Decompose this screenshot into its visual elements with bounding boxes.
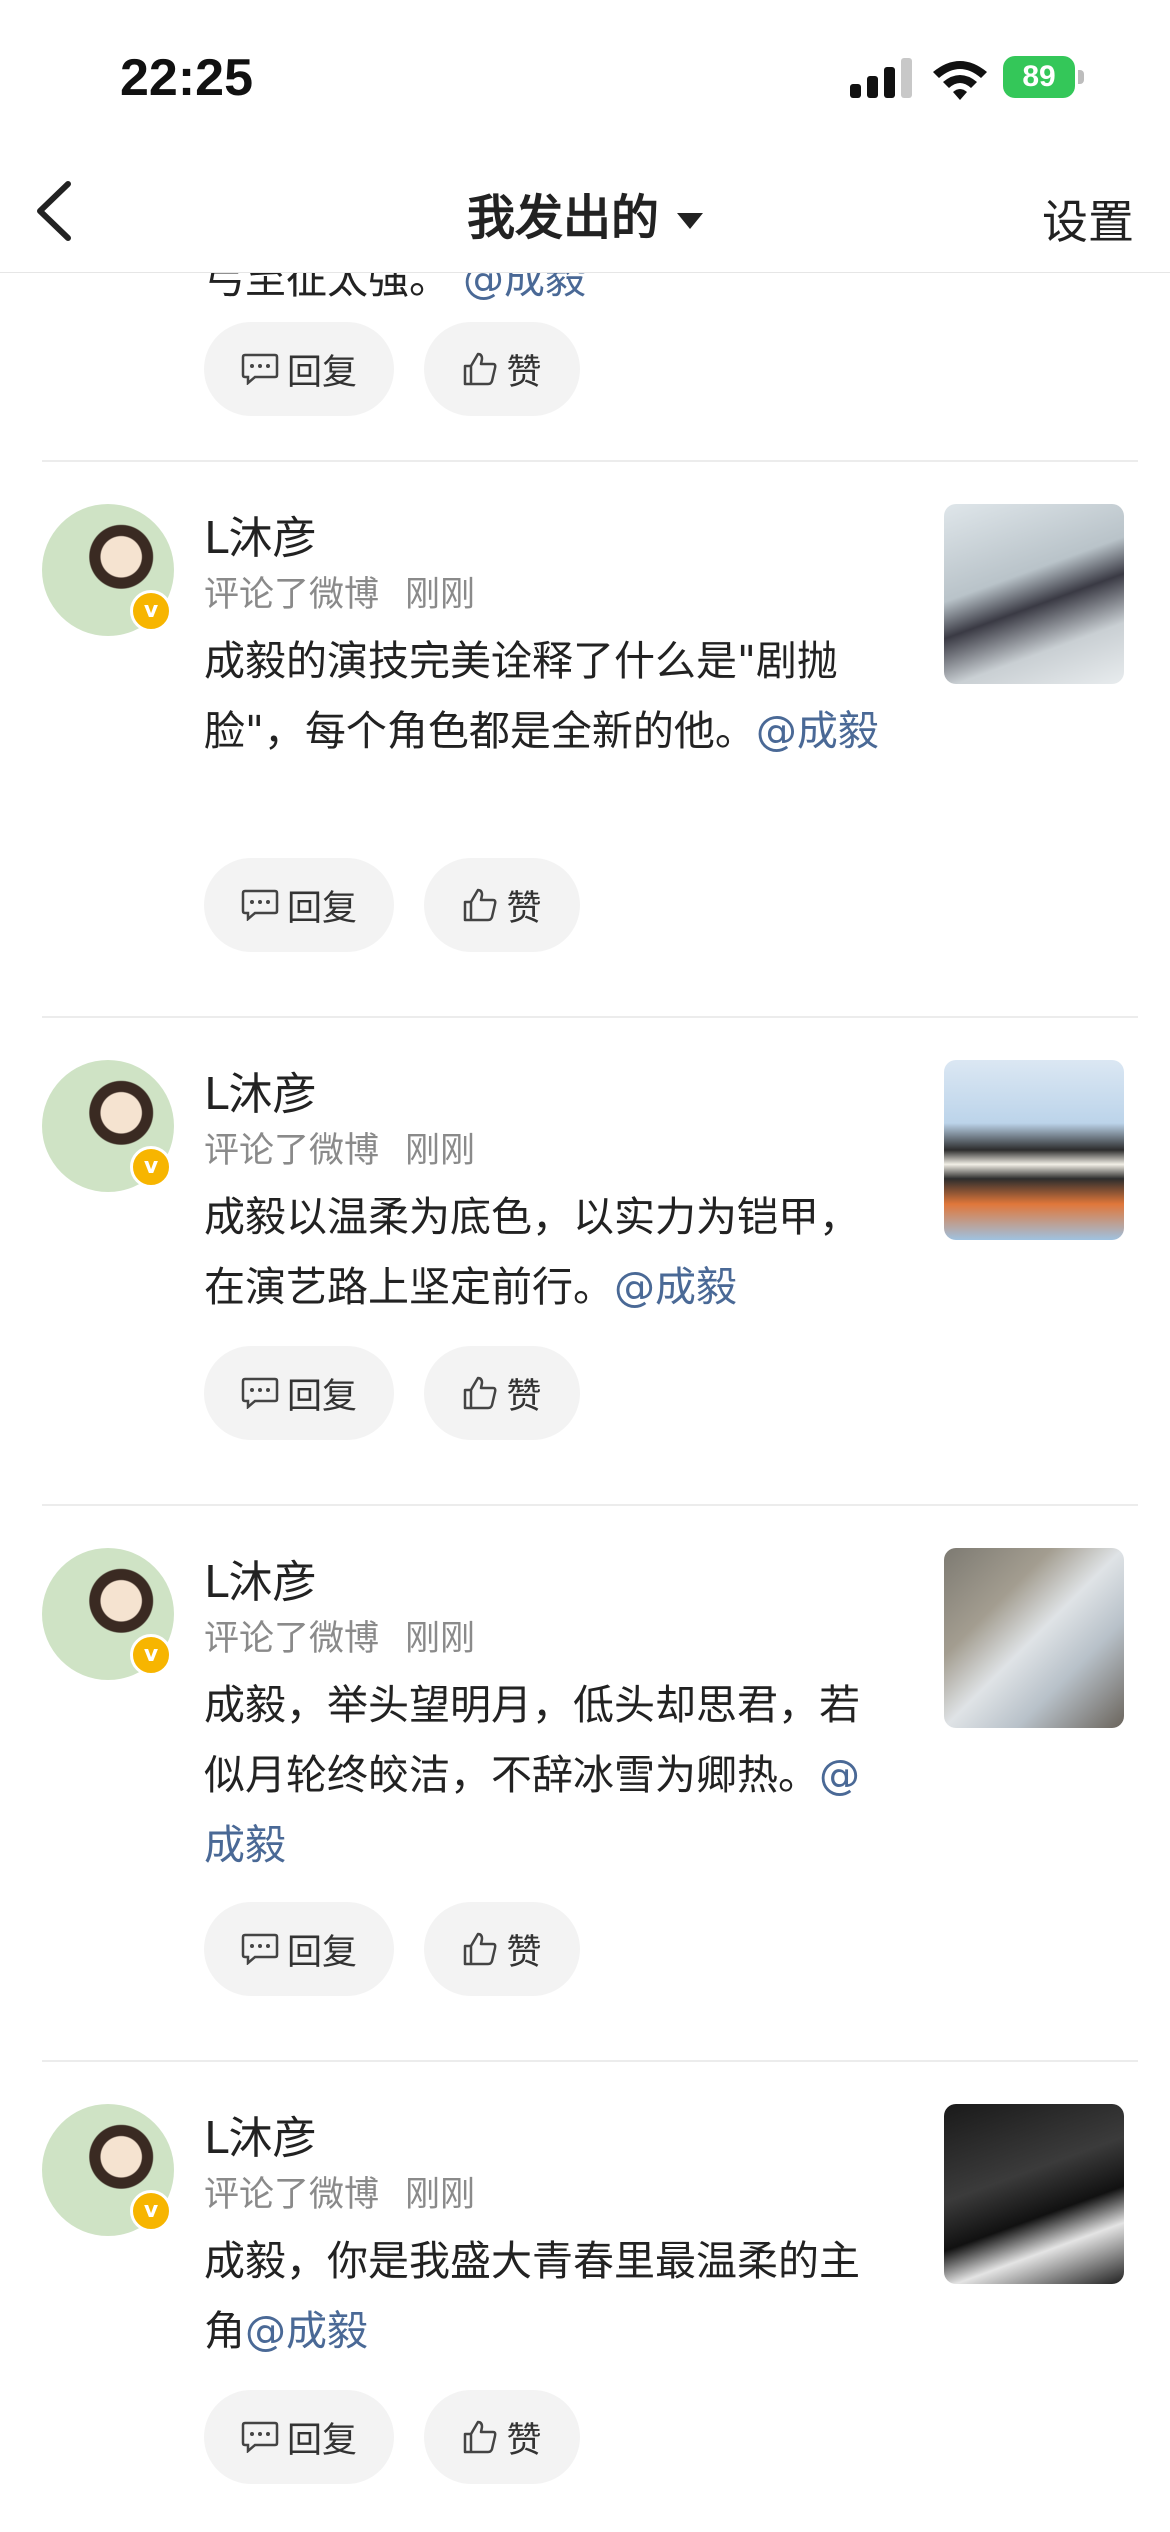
battery-cap xyxy=(1078,70,1084,84)
wifi-icon xyxy=(933,61,987,100)
feed-item[interactable]: v L沐彦 评论了微博 刚刚 成毅，举头望明月，低头却思君，若似月轮终皎洁，不辞冰… xyxy=(0,1506,1170,2062)
avatar[interactable]: v xyxy=(42,2104,174,2236)
like-button[interactable]: 赞 xyxy=(424,1346,580,1440)
username[interactable]: L沐彦 xyxy=(204,502,317,566)
comment-icon xyxy=(241,2421,279,2453)
like-button[interactable]: 赞 xyxy=(424,2390,580,2484)
like-button[interactable]: 赞 xyxy=(424,1902,580,1996)
username[interactable]: L沐彦 xyxy=(204,1058,317,1122)
feed-item-partial: 弓至征太强。 @成毅 xyxy=(0,272,1170,312)
comment-icon xyxy=(241,1933,279,1965)
page-title-dropdown[interactable]: 我发出的 xyxy=(0,178,1170,248)
comment-text: 成毅的演技完美诠释了什么是"剧抛脸"，每个角色都是全新的他。@成毅 xyxy=(204,637,879,755)
feed-item[interactable]: v L沐彦 评论了微博 刚刚 成毅，你是我盛大青春里最温柔的主角@成毅 回复 赞 xyxy=(0,2062,1170,2532)
verified-badge-icon: v xyxy=(130,2190,172,2232)
comment-text: 弓至征太强。 @成毅 xyxy=(204,272,904,314)
reply-button[interactable]: 回复 xyxy=(204,1346,394,1440)
thumbs-up-icon xyxy=(464,888,497,922)
verified-badge-icon: v xyxy=(130,1634,172,1676)
cellular-signal-icon xyxy=(850,58,912,98)
weibo-thumbnail[interactable] xyxy=(944,1548,1124,1728)
weibo-thumbnail[interactable] xyxy=(944,2104,1124,2284)
post-meta: 评论了微博 刚刚 xyxy=(204,1619,476,1659)
reply-button[interactable]: 回复 xyxy=(204,858,394,952)
reply-button[interactable]: 回复 xyxy=(204,2390,394,2484)
avatar[interactable]: v xyxy=(42,1060,174,1192)
feed-item[interactable]: v L沐彦 评论了微博 刚刚 成毅的演技完美诠释了什么是"剧抛脸"，每个角色都是全… xyxy=(0,462,1170,1018)
status-time: 22:25 xyxy=(120,49,253,107)
feed-item[interactable]: v L沐彦 评论了微博 刚刚 成毅以温柔为底色，以实力为铠甲，在演艺路上坚定前行。… xyxy=(0,1018,1170,1506)
reply-button[interactable]: 回复 xyxy=(204,322,394,416)
battery-level: 89 xyxy=(1003,56,1075,98)
avatar[interactable]: v xyxy=(42,1548,174,1680)
post-meta: 评论了微博 刚刚 xyxy=(204,575,476,615)
thumbs-up-icon xyxy=(464,1932,497,1966)
weibo-thumbnail[interactable] xyxy=(944,504,1124,684)
username[interactable]: L沐彦 xyxy=(204,2102,317,2166)
weibo-thumbnail[interactable] xyxy=(944,1060,1124,1240)
mention-link[interactable]: @成毅 xyxy=(756,707,879,755)
battery-indicator: 89 xyxy=(1003,56,1085,100)
comment-text: 成毅，举头望明月，低头却思君，若似月轮终皎洁，不辞冰雪为卿热。@成毅 xyxy=(204,1681,860,1869)
mention-link[interactable]: @成毅 xyxy=(614,1263,737,1311)
navigation-bar: 我发出的 设置 xyxy=(0,150,1170,273)
dropdown-triangle-icon xyxy=(677,213,703,229)
status-bar: 22:25 89 xyxy=(0,0,1170,150)
comment-icon xyxy=(241,353,279,385)
thumbs-up-icon xyxy=(464,2420,497,2454)
post-meta: 评论了微博 刚刚 xyxy=(204,2175,476,2215)
mention-link[interactable]: @成毅 xyxy=(245,2307,368,2355)
like-button[interactable]: 赞 xyxy=(424,858,580,952)
page-title: 我发出的 xyxy=(466,190,659,246)
username[interactable]: L沐彦 xyxy=(204,1546,317,1610)
avatar[interactable]: v xyxy=(42,504,174,636)
like-button[interactable]: 赞 xyxy=(424,322,580,416)
post-meta: 评论了微博 刚刚 xyxy=(204,1131,476,1171)
reply-button[interactable]: 回复 xyxy=(204,1902,394,1996)
thumbs-up-icon xyxy=(464,352,497,386)
thumbs-up-icon xyxy=(464,1376,497,1410)
verified-badge-icon: v xyxy=(130,590,172,632)
settings-button[interactable]: 设置 xyxy=(1042,186,1134,252)
comment-icon xyxy=(241,1377,279,1409)
verified-badge-icon: v xyxy=(130,1146,172,1188)
comment-text: 成毅以温柔为底色，以实力为铠甲，在演艺路上坚定前行。@成毅 xyxy=(204,1193,860,1311)
comment-icon xyxy=(241,889,279,921)
mention-link[interactable]: @成毅 xyxy=(463,272,586,303)
comment-feed[interactable]: 弓至征太强。 @成毅 回复 赞 v L沐彦 评论了微博 刚刚 成毅的演技完美诠释了… xyxy=(0,272,1170,2532)
comment-text: 成毅，你是我盛大青春里最温柔的主角@成毅 xyxy=(204,2237,860,2355)
